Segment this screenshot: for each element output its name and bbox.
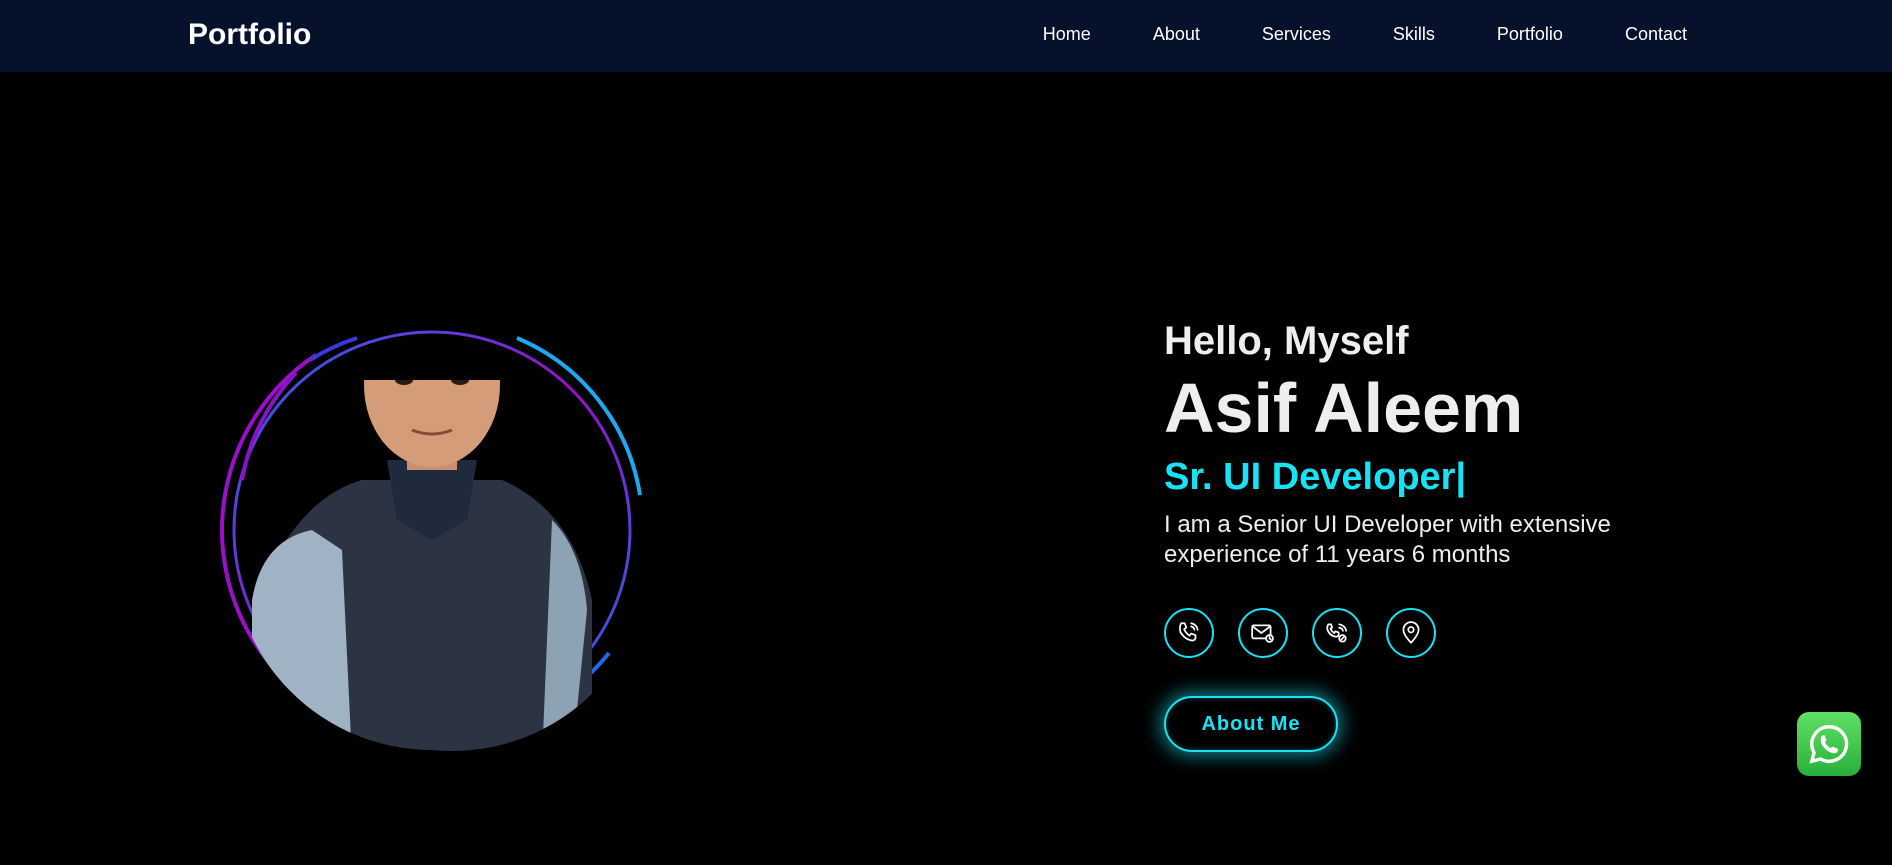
hero-intro: Hello, Myself Asif Aleem Sr. UI Develope… bbox=[1164, 318, 1684, 752]
greeting-text: Hello, Myself bbox=[1164, 319, 1409, 363]
person-name: Asif Aleem bbox=[1164, 369, 1524, 447]
whatsapp-icon[interactable] bbox=[1797, 712, 1861, 776]
profile-photo bbox=[212, 280, 652, 760]
brand-logo[interactable]: Portfolio bbox=[188, 18, 311, 52]
phone-icon[interactable] bbox=[1164, 608, 1214, 658]
nav-contact[interactable]: Contact bbox=[1625, 24, 1687, 45]
email-icon[interactable] bbox=[1238, 608, 1288, 658]
about-me-button[interactable]: About Me bbox=[1164, 696, 1338, 752]
main-nav: Home About Services Skills Portfolio Con… bbox=[1043, 24, 1687, 45]
wifi-call-icon[interactable] bbox=[1312, 608, 1362, 658]
nav-about[interactable]: About bbox=[1153, 24, 1200, 45]
job-title: Sr. UI Developer| bbox=[1164, 456, 1467, 498]
nav-home[interactable]: Home bbox=[1043, 24, 1091, 45]
nav-services[interactable]: Services bbox=[1262, 24, 1331, 45]
nav-portfolio[interactable]: Portfolio bbox=[1497, 24, 1563, 45]
top-navbar: Portfolio Home About Services Skills Por… bbox=[0, 0, 1892, 72]
contact-icons bbox=[1164, 608, 1684, 658]
location-icon[interactable] bbox=[1386, 608, 1436, 658]
nav-skills[interactable]: Skills bbox=[1393, 24, 1435, 45]
person-image bbox=[252, 380, 592, 752]
bio-text: I am a Senior UI Developer with extensiv… bbox=[1164, 511, 1611, 568]
